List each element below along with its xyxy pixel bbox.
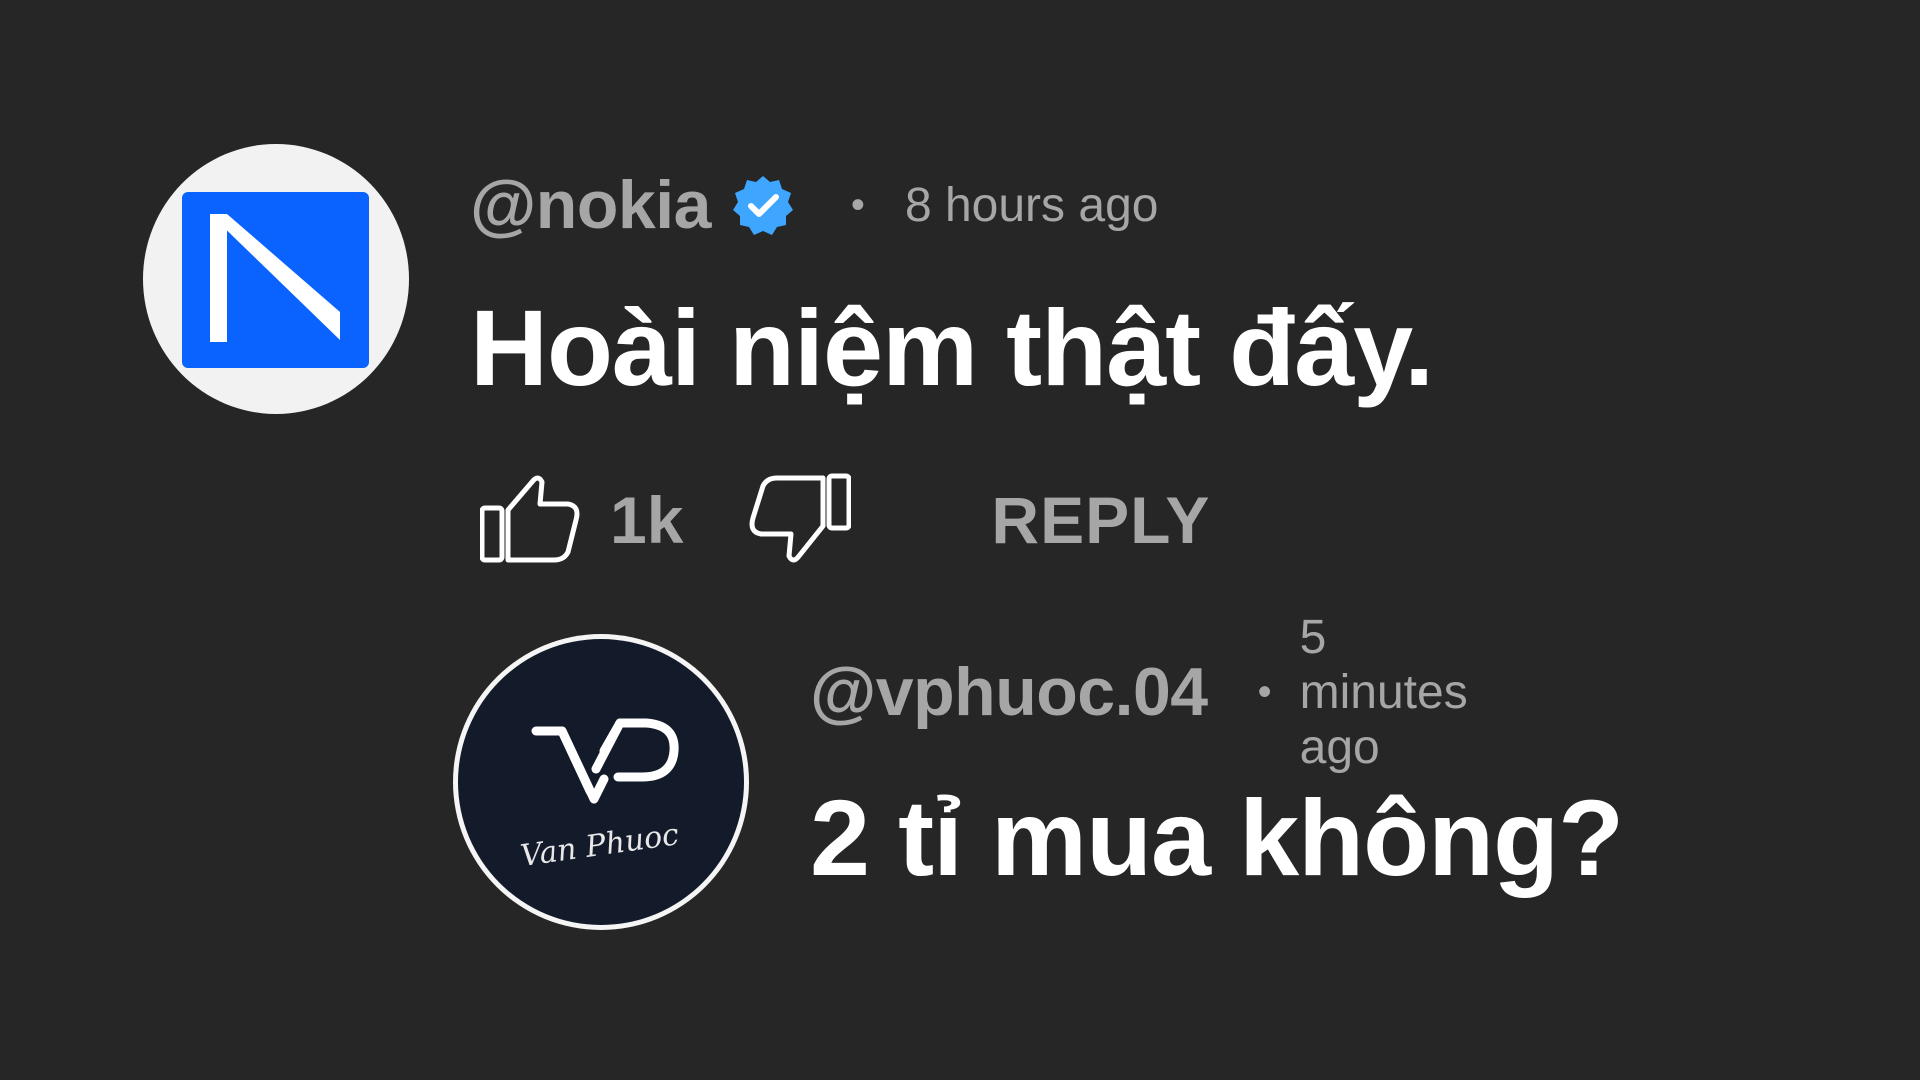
comment-meta: @nokia • 8 hours ago xyxy=(470,165,1158,245)
vp-logo: Van Phuoc xyxy=(458,639,744,925)
nokia-logo xyxy=(182,192,369,368)
avatar-script-text: Van Phuoc xyxy=(518,817,681,874)
reply-button[interactable]: REPLY xyxy=(991,482,1210,558)
separator-dot: • xyxy=(1257,669,1272,714)
comment-timestamp[interactable]: 5 minutes ago xyxy=(1300,610,1468,775)
thumbs-down-icon[interactable] xyxy=(747,468,852,572)
comment: @nokia • 8 hours ago Hoài niệm thật đấy.… xyxy=(0,0,1920,600)
thumbs-up-icon[interactable] xyxy=(479,468,584,572)
avatar[interactable]: Van Phuoc xyxy=(453,634,749,930)
nokia-n-icon xyxy=(210,214,340,342)
comment-actions: 1k REPLY xyxy=(479,468,1210,572)
comment-timestamp[interactable]: 8 hours ago xyxy=(905,178,1159,233)
verified-check-icon xyxy=(731,173,795,237)
author-handle[interactable]: @vphuoc.04 xyxy=(810,653,1208,731)
vp-monogram-icon: Van Phuoc xyxy=(518,718,681,874)
comment-meta: @vphuoc.04 • 5 minutes ago xyxy=(810,611,1468,774)
separator-dot: • xyxy=(850,182,865,227)
comment-text: Hoài niệm thật đấy. xyxy=(470,287,1434,408)
author-handle[interactable]: @nokia xyxy=(470,166,711,244)
avatar[interactable] xyxy=(143,144,409,414)
comment-thread: @nokia • 8 hours ago Hoài niệm thật đấy.… xyxy=(0,0,1920,1080)
comment-text: 2 tỉ mua không? xyxy=(810,777,1624,898)
like-count: 1k xyxy=(610,483,684,557)
